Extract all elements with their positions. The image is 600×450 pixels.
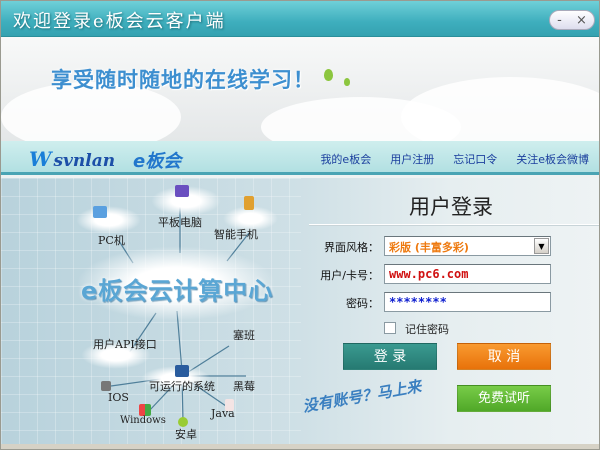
window-controls: - × [549,10,595,30]
tablet-icon [175,185,189,197]
node-phone: 智能手机 [214,228,258,241]
balloon-icon [324,69,333,81]
user-label: 用户/卡号： [320,269,379,282]
pc-icon [93,206,107,218]
divider [309,224,599,225]
apple-icon [101,381,111,391]
node-blackberry: 黑莓 [233,380,255,393]
nav-link-forgot-password[interactable]: 忘记口令 [453,151,497,167]
login-window: 欢迎登录e板会云客户端 - × 享受随时随地的在线学习！ Wsvnlan e板会… [0,0,600,450]
close-button[interactable]: × [576,13,587,28]
node-windows: Windows [120,415,166,426]
nav-link-register[interactable]: 用户注册 [390,151,434,167]
cancel-button[interactable]: 取 消 [457,343,551,370]
style-label: 界面风格： [324,241,379,254]
systems-icon [175,365,189,377]
remember-password-checkbox[interactable] [384,322,396,334]
node-java: Java [211,407,235,420]
nav-link-my-eban[interactable]: 我的e板会 [320,151,371,167]
login-button[interactable]: 登 录 [343,343,437,370]
cloud-pc [76,206,141,234]
node-systems: 可运行的系统 [149,380,215,393]
node-symbian: 塞班 [233,329,255,342]
style-select-value: 彩版 (丰富多彩) [389,241,469,254]
login-title: 用户登录 [409,195,493,219]
nav-link-follow-weibo[interactable]: 关注e板会微博 [516,151,589,167]
password-input[interactable]: ******** [384,292,551,312]
chevron-down-icon[interactable]: ▼ [534,238,549,254]
password-label: 密码： [346,297,379,310]
balloon-icon [344,78,350,86]
remember-password-label[interactable]: 记住密码 [405,321,449,337]
node-pc: PC机 [98,234,125,247]
phone-icon [244,196,254,210]
node-ios: IOS [108,391,129,404]
username-input[interactable]: www.pc6.com [384,264,551,284]
minimize-button[interactable]: - [557,13,562,28]
node-android: 安卓 [175,428,197,441]
node-tablet: 平板电脑 [158,216,202,229]
node-api: 用户API接口 [93,338,157,351]
free-trial-button[interactable]: 免费试听 [457,385,551,412]
window-bottom-border [1,444,599,449]
cloud-center-title: e板会云计算中心 [81,277,274,305]
style-select[interactable]: 彩版 (丰富多彩) ▼ [384,236,551,256]
